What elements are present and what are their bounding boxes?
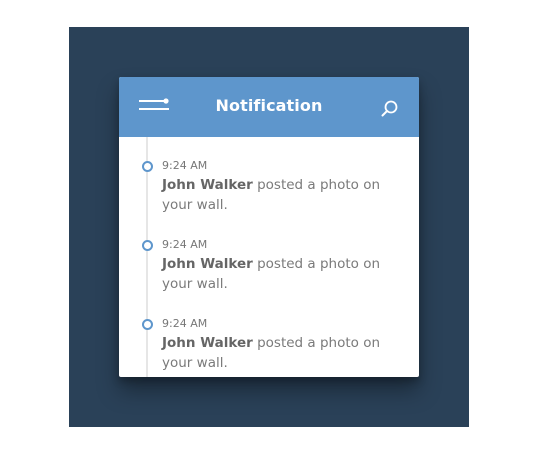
notification-time: 9:24 AM — [162, 238, 208, 251]
notification-timeline: 9:24 AM John Walker posted a photo on yo… — [119, 137, 419, 377]
timeline-dot-icon — [142, 161, 153, 172]
timeline-dot-icon — [142, 319, 153, 330]
notification-text: John Walker posted a photo on your wall. — [162, 333, 407, 373]
page-title: Notification — [215, 96, 323, 115]
panel-header: Notification — [119, 77, 419, 137]
backdrop: Notification 9:24 AM John Walker posted … — [69, 27, 469, 427]
timeline-line — [146, 137, 148, 377]
notification-user[interactable]: John Walker — [162, 256, 253, 272]
timeline-dot-icon — [142, 240, 153, 251]
notification-panel: Notification 9:24 AM John Walker posted … — [119, 77, 419, 377]
notification-text: John Walker posted a photo on your wall. — [162, 254, 407, 294]
notification-user[interactable]: John Walker — [162, 177, 253, 193]
search-icon[interactable] — [380, 99, 400, 119]
notification-text: John Walker posted a photo on your wall. — [162, 175, 407, 215]
notification-time: 9:24 AM — [162, 159, 208, 172]
notification-user[interactable]: John Walker — [162, 335, 253, 351]
notification-time: 9:24 AM — [162, 317, 208, 330]
